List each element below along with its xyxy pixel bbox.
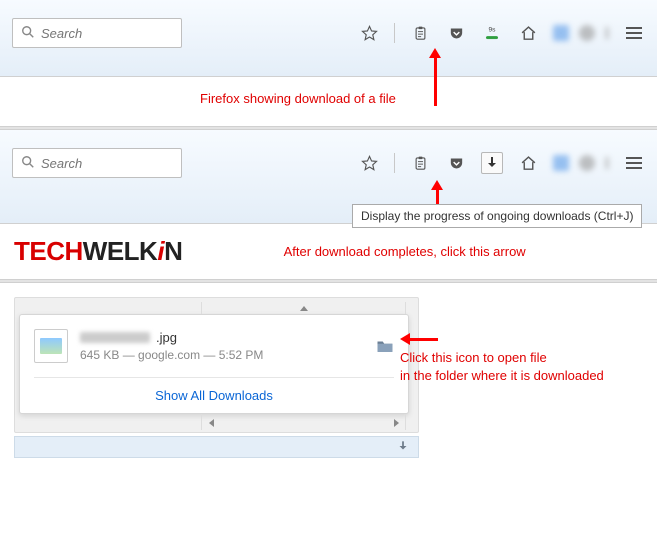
search-icon (21, 155, 35, 172)
downloads-panel-section: .jpg 645 KB — google.com — 5:52 PM Show … (0, 283, 657, 472)
download-progress-icon[interactable]: 9s (481, 22, 503, 44)
search-input[interactable] (41, 156, 173, 171)
home-icon[interactable] (517, 22, 539, 44)
home-icon[interactable] (517, 152, 539, 174)
blurred-items (553, 155, 609, 171)
file-thumbnail (34, 329, 68, 363)
toolbar-completed: Display the progress of ongoing download… (0, 130, 657, 224)
download-arrow-icon[interactable] (481, 152, 503, 174)
search-icon (21, 25, 35, 42)
caption-completed: After download completes, click this arr… (182, 244, 657, 259)
downloads-panel-outer: .jpg 645 KB — google.com — 5:52 PM Show … (14, 297, 419, 433)
star-icon[interactable] (358, 22, 380, 44)
file-meta: 645 KB — google.com — 5:52 PM (80, 348, 364, 362)
star-icon[interactable] (358, 152, 380, 174)
menu-icon[interactable] (623, 22, 645, 44)
divider (394, 153, 395, 173)
pocket-icon[interactable] (445, 152, 467, 174)
pocket-icon[interactable] (445, 22, 467, 44)
search-box[interactable] (12, 148, 182, 178)
blurred-items (553, 25, 609, 41)
folder-icon[interactable] (376, 339, 394, 353)
svg-text:9s: 9s (488, 26, 496, 33)
toolbar-downloading: 9s (0, 0, 657, 77)
search-input[interactable] (41, 26, 173, 41)
clipboard-icon[interactable] (409, 22, 431, 44)
show-all-downloads-link[interactable]: Show All Downloads (155, 388, 273, 403)
downloads-tooltip: Display the progress of ongoing download… (352, 204, 642, 228)
search-box[interactable] (12, 18, 182, 48)
caption-downloading: Firefox showing download of a file (0, 77, 657, 126)
annotation-open-folder: Click this icon to open file in the fold… (400, 333, 604, 384)
divider (394, 23, 395, 43)
menu-icon[interactable] (623, 152, 645, 174)
brand-logo: TECHWELKiN (0, 224, 182, 279)
bottom-download-bar (14, 436, 419, 458)
file-name: .jpg (80, 330, 364, 345)
scroll-horiz-icons[interactable] (202, 416, 405, 430)
clipboard-icon[interactable] (409, 152, 431, 174)
download-arrow-icon[interactable] (396, 439, 410, 456)
annotation-arrow-1 (429, 48, 441, 106)
scroll-up-icon[interactable] (202, 302, 405, 314)
download-item[interactable]: .jpg 645 KB — google.com — 5:52 PM (34, 329, 394, 363)
downloads-popup: .jpg 645 KB — google.com — 5:52 PM Show … (19, 314, 409, 414)
